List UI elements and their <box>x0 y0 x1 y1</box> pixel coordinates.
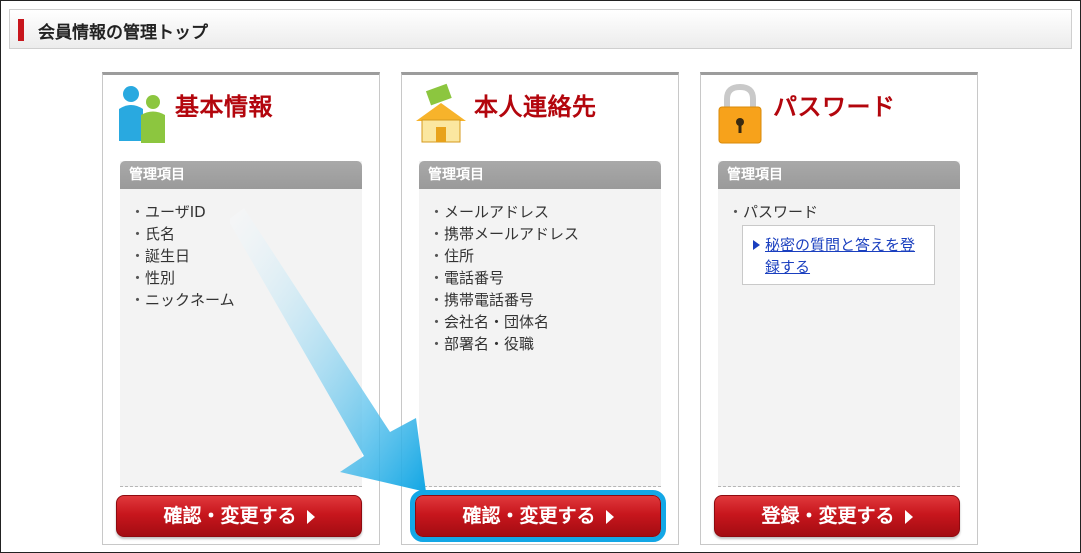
card-basic-info: 基本情報 管理項目 ユーザID 氏名 誕生日 性別 ニックネーム 確認・変更する <box>102 72 380 545</box>
management-section: 管理項目 パスワード 秘密の質問と答えを登録する <box>718 161 960 487</box>
section-header: 管理項目 <box>419 161 661 189</box>
play-arrow-icon <box>605 509 614 524</box>
play-arrow-icon <box>306 509 315 524</box>
list-item: 部署名・役職 <box>429 333 661 355</box>
users-icon <box>119 86 165 143</box>
register-change-button[interactable]: 登録・変更する <box>714 495 960 537</box>
secret-question-box: 秘密の質問と答えを登録する <box>742 225 935 285</box>
list-item: 住所 <box>429 245 661 267</box>
house-mail-icon <box>416 83 466 143</box>
section-header: 管理項目 <box>120 161 362 189</box>
link-arrow-icon <box>753 240 760 250</box>
confirm-change-button[interactable]: 確認・変更する <box>116 495 362 537</box>
card-contact-info: 本人連絡先 管理項目 メールアドレス 携帯メールアドレス 住所 電話番号 携帯電… <box>401 72 679 545</box>
list-item: ユーザID <box>130 201 362 223</box>
play-arrow-icon <box>904 509 913 524</box>
card-title: 本人連絡先 <box>474 93 597 121</box>
button-label: 確認・変更する <box>462 505 596 527</box>
management-section: 管理項目 ユーザID 氏名 誕生日 性別 ニックネーム <box>120 161 362 487</box>
list-item: 携帯電話番号 <box>429 289 661 311</box>
secret-question-link[interactable]: 秘密の質問と答えを登録する <box>753 234 928 278</box>
page-title: 会員情報の管理トップ <box>38 23 208 43</box>
management-section: 管理項目 メールアドレス 携帯メールアドレス 住所 電話番号 携帯電話番号 会社… <box>419 161 661 487</box>
section-header: 管理項目 <box>718 161 960 189</box>
item-list: パスワード <box>718 189 960 223</box>
button-label: 登録・変更する <box>761 505 895 527</box>
list-item: パスワード <box>728 201 960 223</box>
button-label: 確認・変更する <box>163 505 297 527</box>
list-item: 会社名・団体名 <box>429 311 661 333</box>
confirm-change-button[interactable]: 確認・変更する <box>410 490 666 542</box>
list-item: ニックネーム <box>130 289 362 311</box>
card-title: パスワード <box>773 93 896 121</box>
item-list: メールアドレス 携帯メールアドレス 住所 電話番号 携帯電話番号 会社名・団体名… <box>419 189 661 355</box>
padlock-icon <box>718 83 762 144</box>
list-item: 携帯メールアドレス <box>429 223 661 245</box>
list-item: 電話番号 <box>429 267 661 289</box>
list-item: メールアドレス <box>429 201 661 223</box>
list-item: 誕生日 <box>130 245 362 267</box>
card-title: 基本情報 <box>175 93 273 121</box>
header-accent-bar <box>18 19 24 41</box>
list-item: 氏名 <box>130 223 362 245</box>
list-item: 性別 <box>130 267 362 289</box>
page-header: 会員情報の管理トップ <box>9 9 1072 49</box>
card-password: パスワード 管理項目 パスワード 秘密の質問と答えを登録する 登録・変更する <box>700 72 978 545</box>
item-list: ユーザID 氏名 誕生日 性別 ニックネーム <box>120 189 362 311</box>
